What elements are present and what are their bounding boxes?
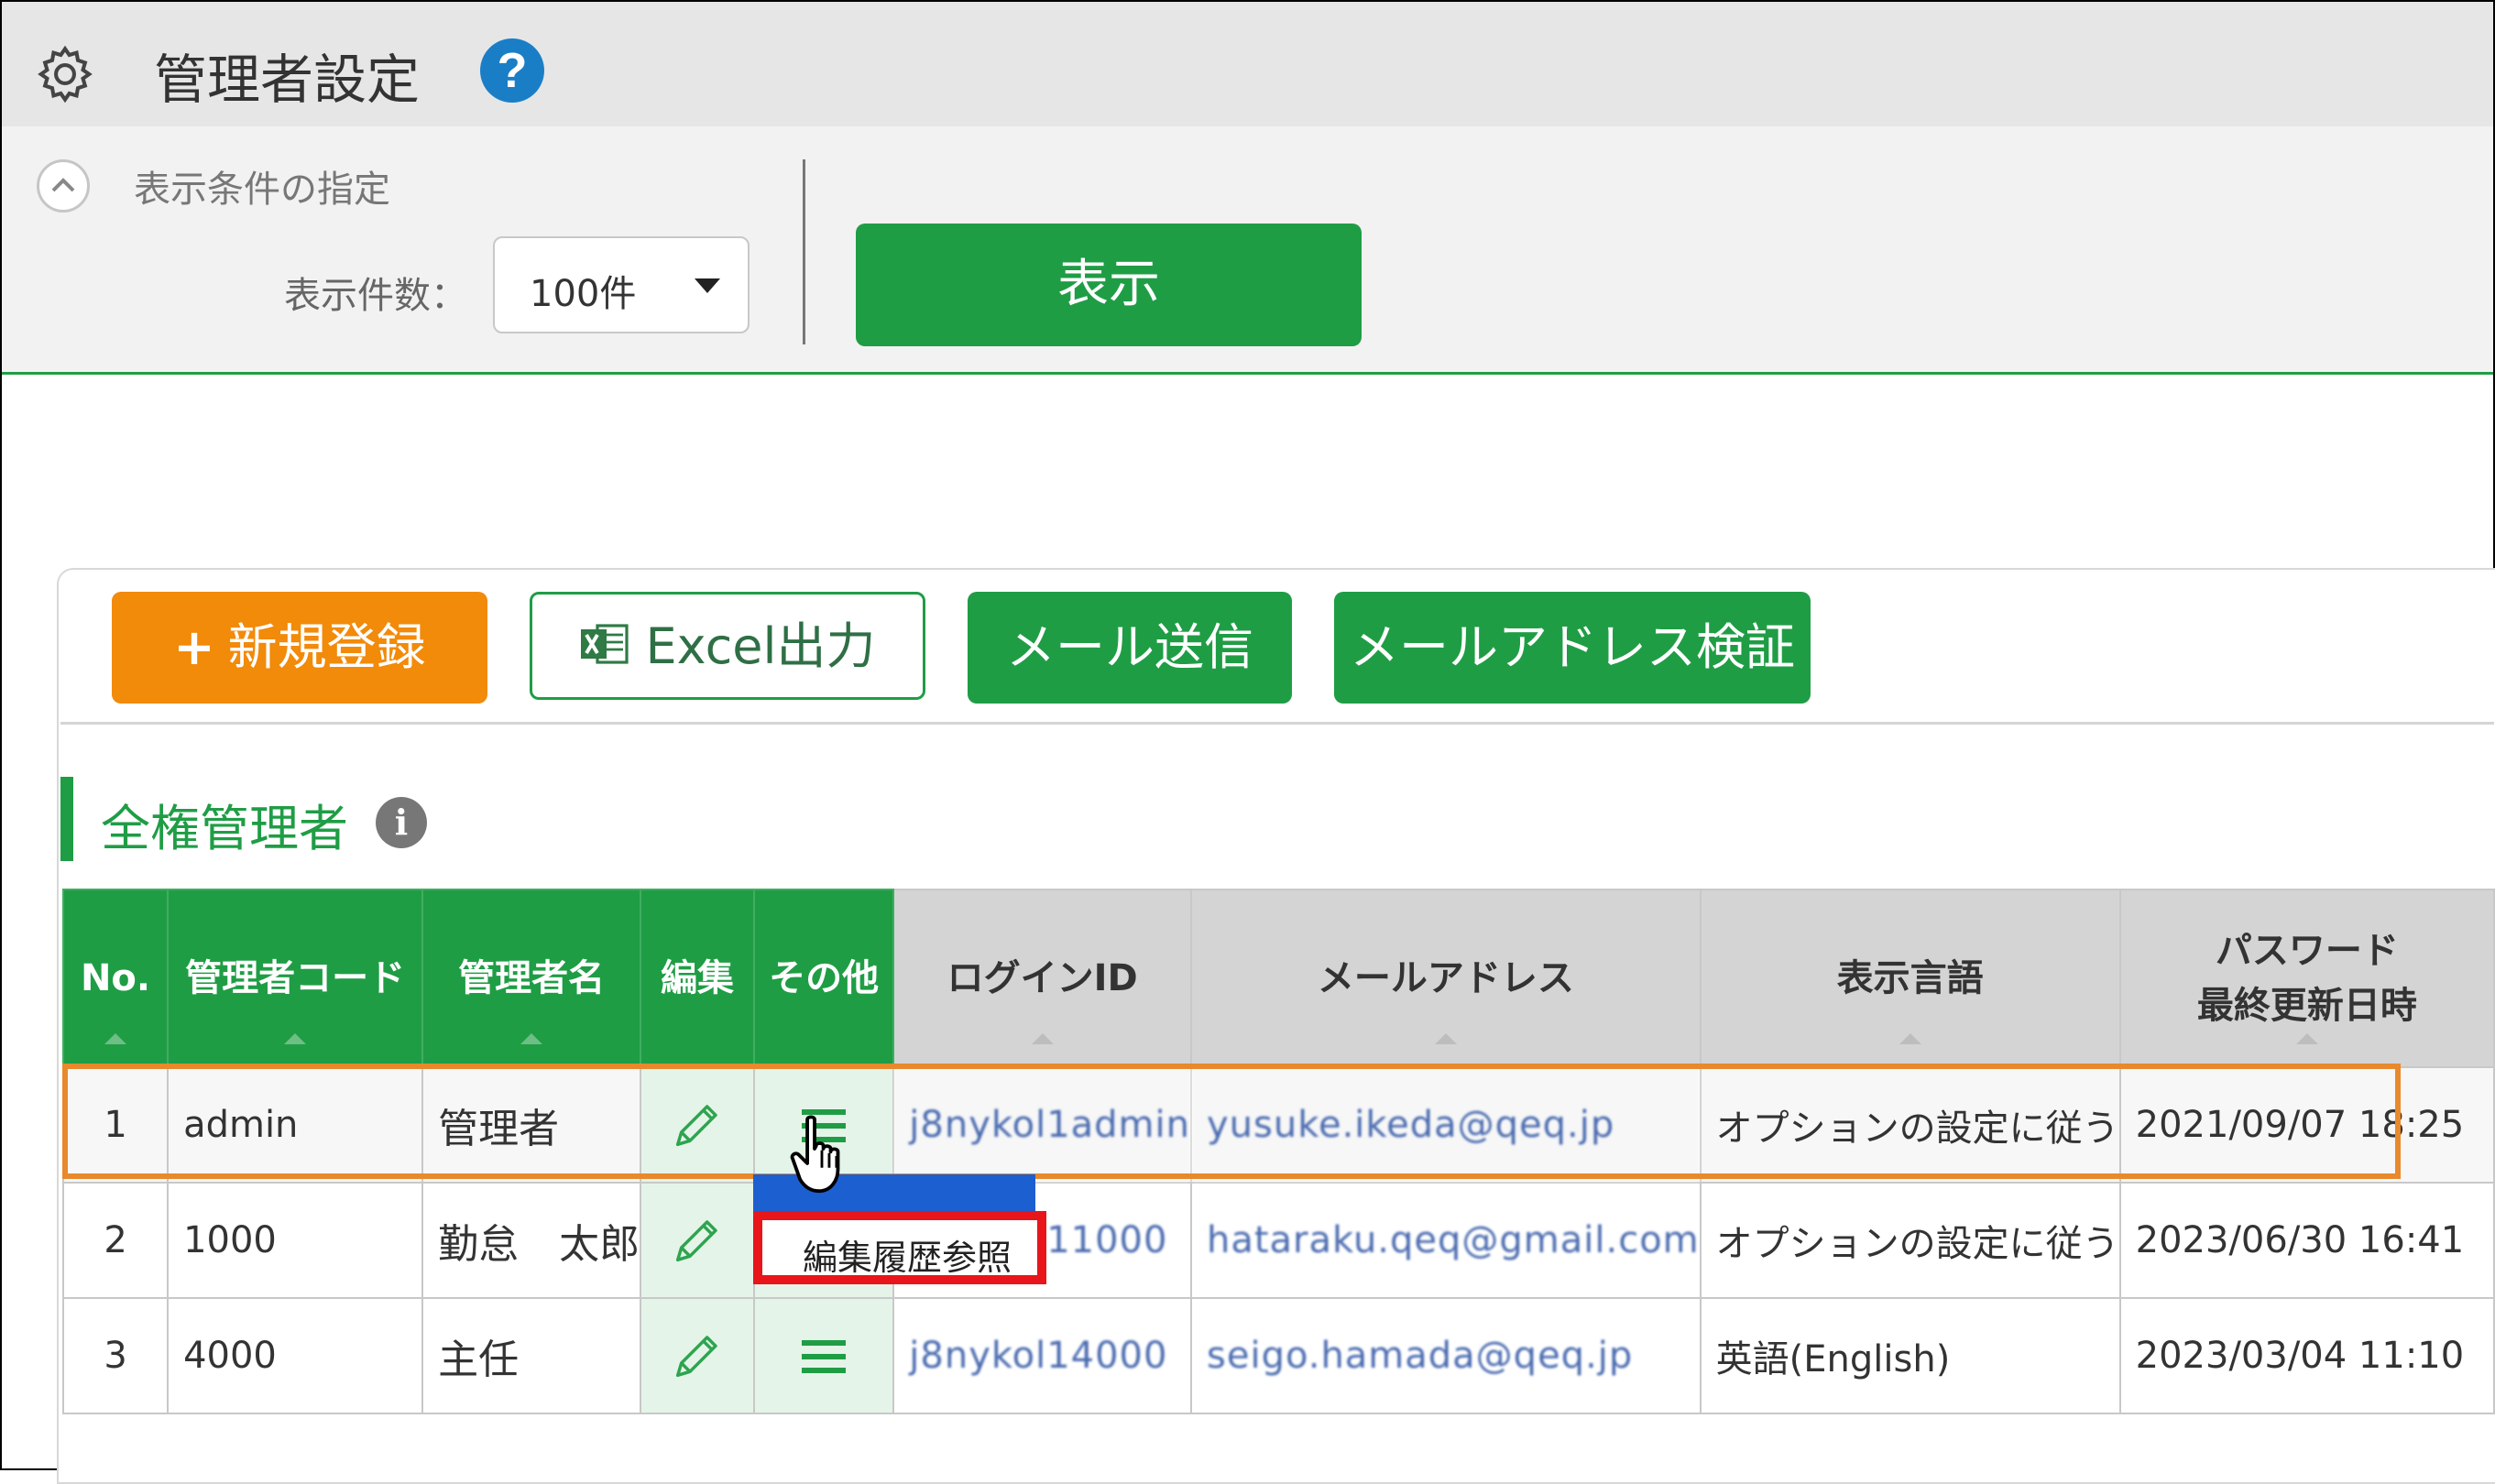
admin-table: No. 管理者コード 管理者名 編集 その他 ログインID メールアドレス 表示… xyxy=(61,889,2495,1414)
edit-history-label: 編集履歴参照 xyxy=(803,1238,1012,1278)
filter-panel: 表示条件の指定 表示件数： 100件 表示 xyxy=(2,126,2493,375)
page-title: 管理者設定 xyxy=(154,49,421,111)
col-password-updated[interactable]: パスワード 最終更新日時 xyxy=(2118,889,2495,1068)
other-menu-cell[interactable] xyxy=(752,1297,895,1414)
cell-code: 4000 xyxy=(167,1297,424,1414)
table-row[interactable]: 1 admin 管理者 j8nykol1admin yusuke.ikeda@q… xyxy=(61,1066,2495,1184)
sort-up-icon xyxy=(104,1033,127,1044)
section-marker xyxy=(60,777,73,861)
count-select[interactable]: 100件 xyxy=(493,236,750,333)
page-header: 管理者設定 ? xyxy=(2,2,2493,126)
help-icon[interactable]: ? xyxy=(480,38,544,103)
cell-no: 3 xyxy=(61,1297,170,1414)
cell-mail: seigo.hamada@qeq.jp xyxy=(1190,1297,1702,1414)
cell-login-id: j8nykol1admin xyxy=(892,1066,1192,1184)
pencil-icon xyxy=(675,1105,717,1147)
cell-no: 2 xyxy=(61,1182,170,1299)
toolbar-divider xyxy=(60,722,2494,725)
col-mail[interactable]: メールアドレス xyxy=(1190,889,1702,1068)
cell-language: オプションの設定に従う xyxy=(1699,1182,2121,1299)
pencil-icon xyxy=(675,1336,717,1378)
sort-up-icon xyxy=(520,1033,543,1044)
cell-name: 管理者 xyxy=(421,1066,642,1184)
col-code[interactable]: 管理者コード xyxy=(167,889,424,1068)
collapse-toggle[interactable] xyxy=(37,159,90,213)
cell-password-updated: 2021/09/07 18:25 xyxy=(2118,1066,2495,1184)
excel-export-label: Excel出力 xyxy=(645,617,876,675)
col-edit: 編集 xyxy=(640,889,755,1068)
cell-language: 英語(English) xyxy=(1699,1297,2121,1414)
excel-icon xyxy=(581,624,629,664)
section-title: 全権管理者 xyxy=(101,800,348,857)
cell-no: 1 xyxy=(61,1066,170,1184)
filter-caption[interactable]: 表示条件の指定 xyxy=(134,159,390,213)
col-no[interactable]: No. xyxy=(61,889,170,1068)
send-mail-button[interactable]: メール送信 xyxy=(968,592,1292,704)
cell-mail: hataraku.qeq@gmail.com xyxy=(1190,1182,1702,1299)
excel-export-button[interactable]: Excel出力 xyxy=(530,592,925,700)
sort-up-icon xyxy=(284,1033,307,1044)
edit-cell[interactable] xyxy=(640,1297,755,1414)
menu-lines-icon xyxy=(802,1339,847,1373)
edit-history-menu-item[interactable]: 編集履歴参照 xyxy=(753,1211,1046,1284)
table-row[interactable]: 2 1000 勤怠 太郎 j8nykol11000 hataraku.qeq@g… xyxy=(61,1182,2495,1299)
cell-mail: yusuke.ikeda@qeq.jp xyxy=(1190,1066,1702,1184)
show-button[interactable]: 表示 xyxy=(856,224,1362,346)
count-select-value: 100件 xyxy=(530,273,637,315)
col-login[interactable]: ログインID xyxy=(892,889,1192,1068)
hand-cursor-icon xyxy=(790,1115,840,1194)
cell-language: オプションの設定に従う xyxy=(1699,1066,2121,1184)
cell-name: 勤怠 太郎 xyxy=(421,1182,642,1299)
edit-cell[interactable] xyxy=(640,1182,755,1299)
filter-divider xyxy=(803,159,805,344)
cell-name: 主任 xyxy=(421,1297,642,1414)
col-lang[interactable]: 表示言語 xyxy=(1699,889,2121,1068)
new-registration-label: 新規登録 xyxy=(227,618,426,676)
cell-code: 1000 xyxy=(167,1182,424,1299)
col-other: その他 xyxy=(752,889,895,1068)
table-header-row: No. 管理者コード 管理者名 編集 その他 ログインID メールアドレス 表示… xyxy=(61,889,2495,1068)
gear-icon[interactable] xyxy=(33,42,97,106)
edit-cell[interactable] xyxy=(640,1066,755,1184)
cell-password-updated: 2023/06/30 16:41 xyxy=(2118,1182,2495,1299)
cell-password-updated: 2023/03/04 11:10 xyxy=(2118,1297,2495,1414)
sort-up-icon xyxy=(1899,1033,1921,1044)
col-name[interactable]: 管理者名 xyxy=(421,889,642,1068)
cell-code: admin xyxy=(167,1066,424,1184)
sort-up-icon xyxy=(2295,1033,2318,1044)
table-row[interactable]: 3 4000 主任 j8nykol14000 seigo.hamada@qeq.… xyxy=(61,1297,2495,1414)
verify-mail-button[interactable]: メールアドレス検証 xyxy=(1334,592,1811,704)
info-icon[interactable]: i xyxy=(376,797,427,848)
sort-up-icon xyxy=(1434,1033,1457,1044)
caret-down-icon xyxy=(695,278,720,293)
count-label: 表示件数： xyxy=(284,275,467,317)
new-registration-button[interactable]: + 新規登録 xyxy=(112,592,487,704)
pencil-icon xyxy=(675,1220,717,1262)
plus-icon: + xyxy=(173,618,215,676)
sort-up-icon xyxy=(1031,1033,1054,1044)
cell-login-id: j8nykol14000 xyxy=(892,1297,1192,1414)
chevron-up-icon xyxy=(51,178,75,192)
